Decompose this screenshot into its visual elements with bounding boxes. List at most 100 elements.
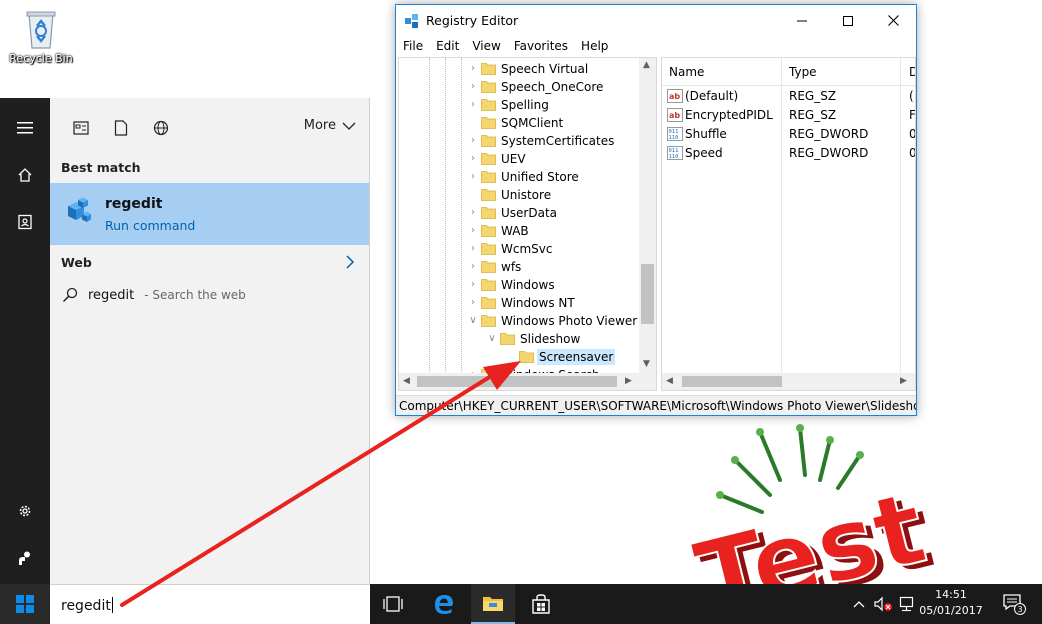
tree-hscroll-thumb[interactable]: [417, 376, 617, 387]
expand-chevron-icon[interactable]: ›: [468, 297, 478, 309]
expand-chevron-icon[interactable]: ›: [468, 63, 478, 75]
tree-item[interactable]: › Windows: [399, 276, 639, 294]
notebook-button[interactable]: [0, 202, 50, 242]
scroll-right-arrow-icon[interactable]: ▶: [900, 376, 907, 386]
expand-chevron-icon[interactable]: ›: [468, 225, 478, 237]
web-search-result[interactable]: regedit - Search the web: [62, 287, 246, 303]
scroll-up-arrow-icon[interactable]: ▲: [643, 60, 650, 70]
scroll-down-arrow-icon[interactable]: ▼: [643, 359, 650, 369]
clock-time: 14:51: [935, 588, 967, 601]
value-row[interactable]: ab (Default) REG_SZ (: [662, 87, 915, 106]
tree-item[interactable]: › WcmSvc: [399, 240, 639, 258]
close-button[interactable]: [870, 5, 916, 36]
settings-button[interactable]: [0, 491, 50, 531]
expand-chevron-icon[interactable]: ›: [468, 207, 478, 219]
tree-item-label: Windows Photo Viewer: [501, 314, 638, 328]
tree-item[interactable]: › Spelling: [399, 96, 639, 114]
tree-item[interactable]: Unistore: [399, 186, 639, 204]
values-horizontal-scrollbar[interactable]: ◀ ▶: [662, 373, 915, 390]
tree-item[interactable]: › Speech_OneCore: [399, 78, 639, 96]
key-tree-pane[interactable]: › Speech Virtual › Speech_OneCore › Spelling S…: [398, 57, 657, 391]
best-match-result[interactable]: regedit Run command: [50, 183, 369, 245]
tree-item[interactable]: ∨ Slideshow: [399, 330, 639, 348]
tree-item-label: UserData: [501, 206, 558, 220]
tree-item[interactable]: › WAB: [399, 222, 639, 240]
folder-icon: [481, 315, 496, 327]
hamburger-menu-button[interactable]: [0, 108, 50, 148]
expand-chevron-icon[interactable]: ›: [468, 99, 478, 111]
menu-help[interactable]: Help: [581, 36, 608, 56]
menu-edit[interactable]: Edit: [436, 36, 459, 56]
value-row[interactable]: 011 110 Speed REG_DWORD 0: [662, 144, 915, 163]
folder-icon: [481, 171, 496, 183]
title-bar[interactable]: Registry Editor: [396, 5, 916, 36]
values-hscroll-thumb[interactable]: [682, 376, 782, 387]
expand-chevron-icon[interactable]: ›: [468, 153, 478, 165]
menu-file[interactable]: File: [403, 36, 423, 56]
filter-apps-button[interactable]: [71, 118, 91, 138]
more-filters-button[interactable]: More: [304, 118, 356, 133]
values-pane[interactable]: Name Type D ab (Default) REG_SZ (ab Encrypte…: [661, 57, 916, 391]
collapse-chevron-icon[interactable]: ∨: [468, 315, 478, 327]
expand-chevron-icon[interactable]: ›: [468, 81, 478, 93]
collapse-chevron-icon[interactable]: ∨: [487, 333, 497, 345]
string-value-icon: ab: [667, 89, 683, 103]
scroll-left-arrow-icon[interactable]: ◀: [403, 376, 410, 386]
folder-icon: [481, 99, 496, 111]
tree-item[interactable]: › Windows NT: [399, 294, 639, 312]
value-row[interactable]: 011 110 Shuffle REG_DWORD 0: [662, 125, 915, 144]
tree-item[interactable]: Screensaver: [399, 348, 639, 366]
filter-documents-button[interactable]: [111, 118, 131, 138]
tree-item[interactable]: › Unified Store: [399, 168, 639, 186]
system-clock[interactable]: 14:51 05/01/2017: [916, 587, 986, 619]
expand-chevron-icon[interactable]: ›: [468, 261, 478, 273]
column-type[interactable]: Type: [789, 65, 817, 79]
feedback-button[interactable]: [0, 538, 50, 578]
edge-browser-button[interactable]: [422, 584, 466, 624]
home-button[interactable]: [0, 155, 50, 195]
search-input[interactable]: regedit: [61, 597, 113, 614]
value-row[interactable]: ab EncryptedPIDL REG_SZ F: [662, 106, 915, 125]
tree-item[interactable]: › wfs: [399, 258, 639, 276]
start-button[interactable]: [0, 584, 50, 624]
task-view-button[interactable]: [371, 584, 415, 624]
filter-web-button[interactable]: [151, 118, 171, 138]
web-expand-button[interactable]: [346, 255, 355, 272]
column-name[interactable]: Name: [669, 65, 704, 79]
scroll-left-arrow-icon[interactable]: ◀: [666, 376, 673, 386]
tree-item-label: SystemCertificates: [501, 134, 615, 148]
search-input-value: regedit: [61, 598, 111, 614]
expand-chevron-icon[interactable]: ›: [468, 279, 478, 291]
recycle-bin-shortcut[interactable]: Recycle Bin: [6, 6, 76, 65]
best-match-name: regedit: [105, 196, 163, 212]
tree-item[interactable]: ∨ Windows Photo Viewer: [399, 312, 639, 330]
expand-chevron-icon[interactable]: ›: [468, 243, 478, 255]
search-box[interactable]: regedit: [50, 584, 370, 624]
tree-vertical-scrollbar[interactable]: ▲ ▼: [639, 58, 656, 374]
menu-view[interactable]: View: [472, 36, 500, 56]
tree-item[interactable]: › UserData: [399, 204, 639, 222]
tree-item[interactable]: › UEV: [399, 150, 639, 168]
tree-scroll-thumb[interactable]: [641, 264, 654, 324]
action-center-button[interactable]: 3: [994, 584, 1034, 624]
file-explorer-button[interactable]: [471, 584, 515, 624]
document-icon: [114, 120, 128, 136]
tree-item[interactable]: SQMClient: [399, 114, 639, 132]
scroll-right-arrow-icon[interactable]: ▶: [625, 376, 632, 386]
volume-button[interactable]: [871, 584, 895, 624]
store-button[interactable]: [519, 584, 563, 624]
tree-horizontal-scrollbar[interactable]: ◀ ▶: [399, 373, 656, 390]
tree-item[interactable]: › SystemCertificates: [399, 132, 639, 150]
expand-chevron-icon[interactable]: ›: [468, 171, 478, 183]
expand-chevron-icon[interactable]: ›: [468, 135, 478, 147]
column-data[interactable]: D: [909, 65, 915, 79]
tree-item[interactable]: › Speech Virtual: [399, 60, 639, 78]
minimize-button[interactable]: [779, 5, 825, 36]
maximize-button[interactable]: [825, 5, 871, 36]
more-label: More: [303, 118, 336, 133]
tree-item-label: Spelling: [501, 98, 549, 112]
show-hidden-icons-button[interactable]: [849, 584, 869, 624]
value-name: Speed: [685, 146, 723, 160]
network-icon: [899, 596, 914, 612]
menu-favorites[interactable]: Favorites: [514, 36, 568, 56]
